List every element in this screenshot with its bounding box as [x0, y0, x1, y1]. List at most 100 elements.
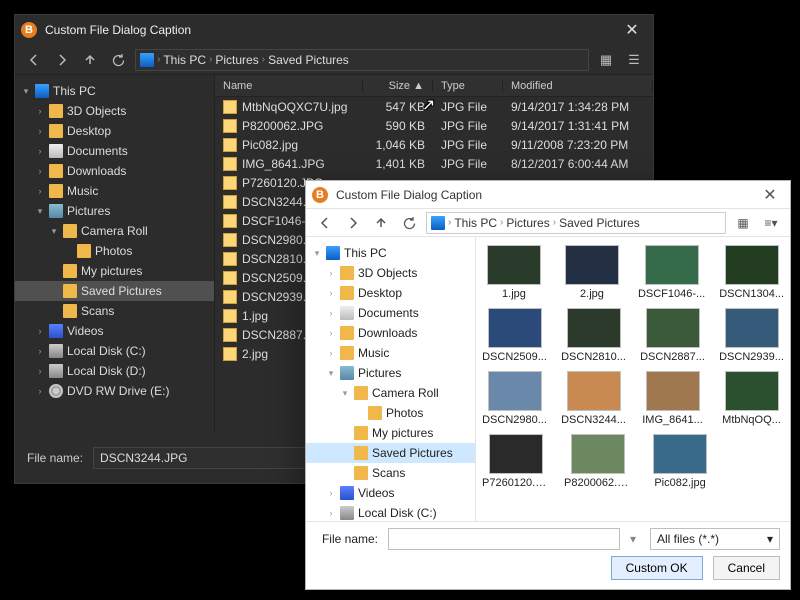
expand-icon[interactable]: › [326, 348, 336, 358]
thumbnail[interactable]: DSCN2980... [482, 371, 547, 426]
expand-icon[interactable]: › [35, 166, 45, 176]
tree-node[interactable]: ▾This PC [15, 81, 214, 101]
light-thumbnail-grid[interactable]: 1.jpg 2.jpg DSCF1046-... DSCN1304... DSCN250… [476, 237, 790, 521]
expand-icon[interactable]: ▾ [340, 388, 350, 399]
column-header-size[interactable]: Size ▲ [363, 80, 433, 92]
tree-node[interactable]: Saved Pictures [15, 281, 214, 301]
tree-node[interactable]: ›DVD RW Drive (E:) [15, 381, 214, 401]
tree-node[interactable]: ›Music [306, 343, 475, 363]
back-button[interactable] [23, 49, 45, 71]
tree-node[interactable]: My pictures [306, 423, 475, 443]
tree-node[interactable]: ›Documents [15, 141, 214, 161]
thumbnail[interactable]: Pic082.jpg [646, 434, 714, 489]
breadcrumb-segment[interactable]: Pictures [506, 216, 549, 230]
light-breadcrumb[interactable]: › This PC › Pictures › Saved Pictures [426, 212, 726, 234]
thumbnail[interactable]: IMG_8641... [640, 371, 705, 426]
tree-node[interactable]: ›Local Disk (C:) [15, 341, 214, 361]
file-type-filter[interactable]: All files (*.*) ▾ [650, 528, 780, 550]
tree-node[interactable]: Photos [306, 403, 475, 423]
tree-node[interactable]: ▾Camera Roll [306, 383, 475, 403]
tree-node[interactable]: ▾Pictures [306, 363, 475, 383]
file-row[interactable]: IMG_8641.JPG1,401 KBJPG File8/12/2017 6:… [215, 154, 653, 173]
tree-node[interactable]: ›Videos [15, 321, 214, 341]
thumbnail[interactable]: DSCN2509... [482, 308, 547, 363]
expand-icon[interactable]: › [35, 146, 45, 156]
thumbnail[interactable]: 2.jpg [560, 245, 624, 300]
tree-node[interactable]: ›3D Objects [306, 263, 475, 283]
tree-node[interactable]: ›Desktop [306, 283, 475, 303]
tree-node[interactable]: ›Music [15, 181, 214, 201]
expand-icon[interactable]: › [35, 326, 45, 336]
expand-icon[interactable]: › [35, 126, 45, 136]
tree-node[interactable]: Scans [306, 463, 475, 483]
expand-icon[interactable]: ▾ [326, 368, 336, 379]
tree-node[interactable]: ▾Pictures [15, 201, 214, 221]
tree-node[interactable]: Photos [15, 241, 214, 261]
tree-node[interactable]: ›Downloads [15, 161, 214, 181]
breadcrumb-segment[interactable]: Saved Pictures [268, 53, 349, 67]
view-folder-icon[interactable]: ▦ [595, 49, 617, 71]
close-icon[interactable]: ✕ [756, 185, 784, 205]
breadcrumb-segment[interactable]: This PC [163, 53, 206, 67]
tree-node[interactable]: ▾This PC [306, 243, 475, 263]
tree-node[interactable]: ›Local Disk (D:) [15, 361, 214, 381]
view-list-icon[interactable]: ☰ [623, 49, 645, 71]
tree-node[interactable]: ›Downloads [306, 323, 475, 343]
view-options-icon[interactable]: ≡▾ [760, 212, 782, 234]
close-icon[interactable]: ✕ [617, 20, 647, 40]
thumbnail[interactable]: P7260120.JPG [482, 434, 550, 489]
thumbnail[interactable]: DSCN2887... [640, 308, 705, 363]
thumbnail[interactable]: 1.jpg [482, 245, 546, 300]
filename-dropdown-icon[interactable]: ▾ [630, 532, 640, 546]
thumbnail[interactable]: DSCN3244... [561, 371, 626, 426]
tree-node[interactable]: ›Documents [306, 303, 475, 323]
thumbnail[interactable]: P8200062.JPG [564, 434, 632, 489]
tree-node[interactable]: ▾Camera Roll [15, 221, 214, 241]
refresh-button[interactable] [398, 212, 420, 234]
column-header-modified[interactable]: Modified [503, 80, 653, 92]
tree-node[interactable]: My pictures [15, 261, 214, 281]
tree-node[interactable]: ›Desktop [15, 121, 214, 141]
breadcrumb-segment[interactable]: Pictures [215, 53, 258, 67]
file-row[interactable]: P8200062.JPG590 KBJPG File9/14/2017 1:31… [215, 116, 653, 135]
column-header-name[interactable]: Name [215, 80, 363, 92]
dark-breadcrumb[interactable]: › This PC › Pictures › Saved Pictures [135, 49, 589, 71]
up-button[interactable] [79, 49, 101, 71]
ok-button[interactable]: Custom OK [611, 556, 703, 580]
cancel-button[interactable]: Cancel [713, 556, 780, 580]
file-row[interactable]: Pic082.jpg1,046 KBJPG File9/11/2008 7:23… [215, 135, 653, 154]
forward-button[interactable] [51, 49, 73, 71]
forward-button[interactable] [342, 212, 364, 234]
expand-icon[interactable]: ▾ [21, 86, 31, 97]
thumbnail[interactable]: DSCF1046-... [638, 245, 705, 300]
breadcrumb-segment[interactable]: Saved Pictures [559, 216, 640, 230]
expand-icon[interactable]: › [326, 268, 336, 278]
expand-icon[interactable]: › [35, 366, 45, 376]
expand-icon[interactable]: › [326, 508, 336, 518]
tree-node[interactable]: ›3D Objects [15, 101, 214, 121]
expand-icon[interactable]: › [326, 288, 336, 298]
back-button[interactable] [314, 212, 336, 234]
expand-icon[interactable]: › [35, 106, 45, 116]
tree-node[interactable]: ›Videos [306, 483, 475, 503]
expand-icon[interactable]: › [35, 386, 45, 396]
dark-folder-tree[interactable]: ▾This PC›3D Objects›Desktop›Documents›Do… [15, 75, 215, 433]
thumbnail[interactable]: DSCN1304... [719, 245, 784, 300]
expand-icon[interactable]: › [326, 488, 336, 498]
expand-icon[interactable]: › [35, 346, 45, 356]
expand-icon[interactable]: ▾ [312, 248, 322, 259]
column-header-type[interactable]: Type [433, 80, 503, 92]
breadcrumb-segment[interactable]: This PC [454, 216, 497, 230]
thumbnail[interactable]: DSCN2939... [719, 308, 784, 363]
view-folder-icon[interactable]: ▦ [732, 212, 754, 234]
up-button[interactable] [370, 212, 392, 234]
filename-input[interactable] [388, 528, 620, 550]
expand-icon[interactable]: ▾ [49, 226, 59, 237]
thumbnail[interactable]: MtbNqOQ... [719, 371, 784, 426]
tree-node[interactable]: ›Local Disk (C:) [306, 503, 475, 521]
tree-node[interactable]: Saved Pictures [306, 443, 475, 463]
expand-icon[interactable]: › [326, 308, 336, 318]
file-row[interactable]: MtbNqOQXC7U.jpg547 KBJPG File9/14/2017 1… [215, 97, 653, 116]
refresh-button[interactable] [107, 49, 129, 71]
expand-icon[interactable]: › [35, 186, 45, 196]
